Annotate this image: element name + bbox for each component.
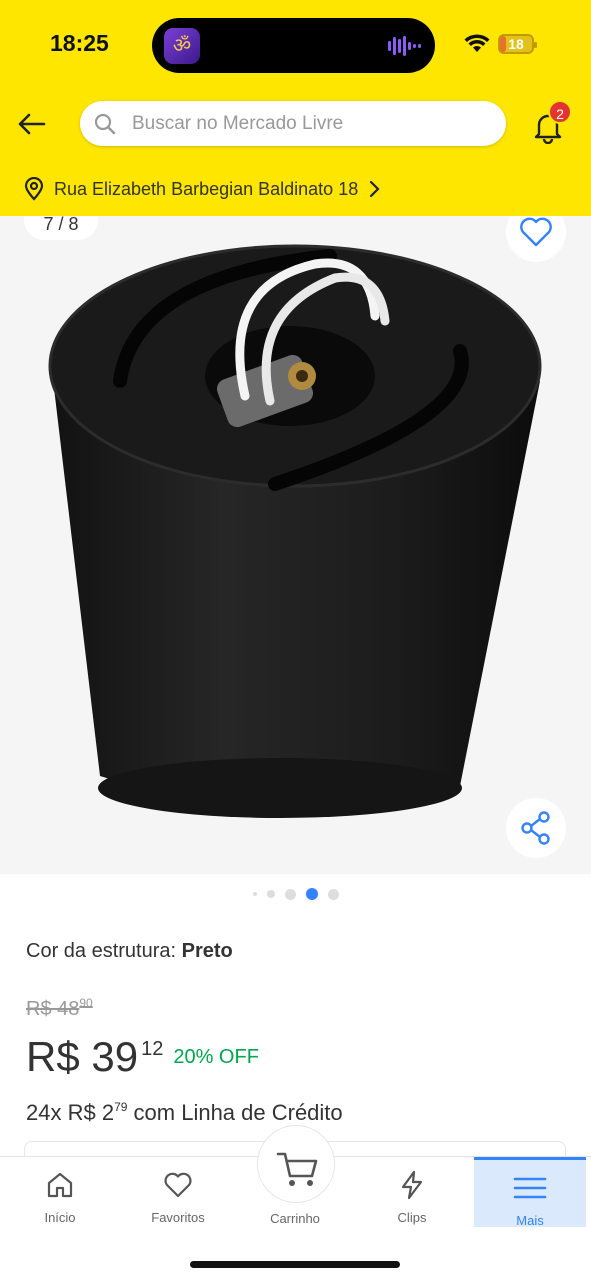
heart-icon [520,217,552,247]
color-value: Preto [181,940,233,962]
status-bar: 18:25 ॐ 18 [0,0,591,92]
home-indicator [190,1261,400,1268]
nav-label-mais: Mais [516,1213,544,1228]
pagination-dot[interactable] [252,892,257,896]
nav-label-inicio: Início [44,1210,76,1225]
battery-indicator: 18 [498,34,537,54]
heart-icon [164,1172,192,1198]
nav-item-clips[interactable]: Clips [362,1169,462,1225]
nav-item-favoritos[interactable]: Favoritos [128,1169,228,1225]
price-main: R$ 39 [26,1033,139,1080]
address-text: Rua Elizabeth Barbegian Baldinato 18 [54,178,359,199]
favorite-button[interactable] [506,216,566,262]
nav-label-carrinho: Carrinho [270,1211,320,1226]
original-price-cents: 90 [79,996,93,1010]
lightning-icon [401,1170,423,1200]
app-header: Buscar no Mercado Livre 2 Rua Elizabeth … [0,92,591,216]
pagination-dot[interactable] [284,888,296,900]
nav-label-clips: Clips [397,1210,427,1225]
original-price-main: R$ 48 [26,998,80,1020]
home-icon [47,1172,73,1198]
delivery-address[interactable]: Rua Elizabeth Barbegian Baldinato 18 [24,176,380,202]
color-label: Cor da estrutura: [26,940,182,962]
audio-wave-icon [388,36,421,56]
chevron-right-icon [370,180,380,198]
color-variant: Cor da estrutura: Preto [26,940,233,963]
nav-item-mais[interactable]: Mais [474,1157,586,1228]
price-cents: 12 [141,1038,164,1060]
location-pin-icon [24,177,44,201]
pagination-dot-active[interactable] [305,888,318,900]
search-icon [94,113,116,135]
nav-item-carrinho[interactable] [257,1125,335,1203]
share-icon [521,811,550,845]
battery-tip [534,42,537,48]
nav-item-inicio[interactable]: Início [10,1169,110,1225]
app-icon: ॐ [164,28,200,64]
discount-badge: 20% OFF [173,1046,259,1068]
pagination-dot[interactable] [266,890,275,898]
product-gallery[interactable]: 7 / 8 [0,216,591,874]
image-counter: 7 / 8 [24,216,98,240]
search-input[interactable]: Buscar no Mercado Livre [80,101,506,146]
search-placeholder: Buscar no Mercado Livre [132,113,344,134]
notification-badge: 2 [548,100,572,124]
pagination-dot[interactable] [327,888,339,900]
status-time: 18:25 [50,30,109,56]
back-arrow-icon[interactable] [16,108,48,140]
cart-icon [276,1152,318,1186]
original-price: R$ 4890 [26,996,93,1021]
installments-suffix: com Linha de Crédito [127,1100,343,1125]
installments-prefix: 24x R$ 2 [26,1100,115,1125]
product-image[interactable] [40,216,560,826]
installments-cents: 79 [114,1100,128,1114]
battery-level-text: 18 [508,36,524,52]
share-button[interactable] [506,798,566,858]
wifi-icon [464,34,490,52]
menu-icon [513,1177,547,1199]
installments-info: 24x R$ 279 com Linha de Crédito [26,1100,343,1126]
current-price: R$ 39 12 20% OFF [26,1032,259,1082]
dynamic-island[interactable]: ॐ [152,18,435,73]
gallery-pagination [0,886,591,902]
nav-label-favoritos: Favoritos [151,1210,205,1225]
